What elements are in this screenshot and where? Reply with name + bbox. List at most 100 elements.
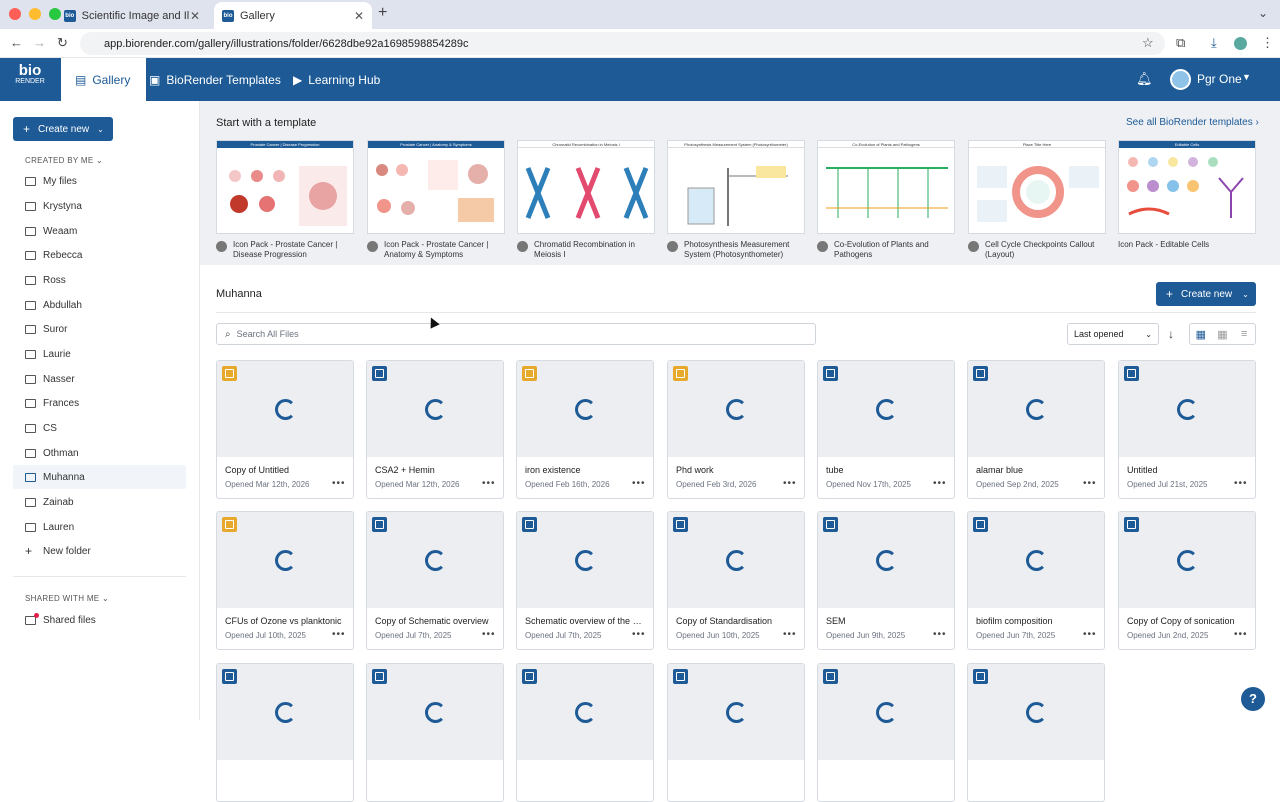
template-card[interactable]: Photosynthesis Measurement System (Photo… — [667, 140, 805, 234]
file-thumbnail[interactable] — [367, 664, 503, 760]
more-options-icon[interactable]: ••• — [332, 629, 346, 640]
more-options-icon[interactable]: ••• — [933, 629, 947, 640]
template-card[interactable]: Prostate Cancer | Anatomy & Symptoms — [367, 140, 505, 234]
file-title[interactable]: Copy of Standardisation — [676, 616, 796, 626]
sidebar-item-folder-active[interactable]: Muhanna — [13, 465, 186, 489]
bookmark-star-icon[interactable]: ☆ — [1142, 35, 1154, 51]
more-options-icon[interactable]: ••• — [1083, 478, 1097, 489]
file-title[interactable]: alamar blue — [976, 465, 1096, 475]
file-title[interactable]: Schematic overview of the biofilm — [525, 616, 645, 626]
file-card[interactable] — [817, 663, 955, 802]
file-title[interactable]: SEM — [826, 616, 946, 626]
sidebar-item-shared-files[interactable]: Shared files — [13, 608, 186, 632]
sidebar-item-folder[interactable]: Weaam — [13, 219, 186, 243]
new-tab-icon[interactable]: + — [378, 4, 387, 22]
file-title[interactable]: biofilm composition — [976, 616, 1096, 626]
file-thumbnail[interactable] — [668, 664, 804, 760]
file-card[interactable]: Copy of Standardisation Opened Jun 10th, … — [667, 511, 805, 650]
template-card[interactable]: Co-Evolution of Plants and Pathogens — [817, 140, 955, 234]
file-title[interactable]: Phd work — [676, 465, 796, 475]
notification-bell-icon[interactable]: 🔔︎ — [1136, 71, 1153, 87]
file-card[interactable] — [516, 663, 654, 802]
template-card[interactable]: Editable Cells — [1118, 140, 1256, 234]
file-card[interactable] — [667, 663, 805, 802]
new-folder-button[interactable]: + New folder — [13, 539, 186, 563]
template-caption[interactable]: Co-Evolution of Plants and Pathogens — [817, 240, 955, 260]
small-grid-view-icon[interactable]: ▦ — [1212, 324, 1234, 344]
sidebar-item-my-files[interactable]: My files — [13, 169, 186, 193]
file-thumbnail[interactable] — [517, 512, 653, 608]
file-card[interactable]: Schematic overview of the biofilm Opened … — [516, 511, 654, 650]
sidebar-item-folder[interactable]: Ross — [13, 268, 186, 292]
more-options-icon[interactable]: ••• — [332, 478, 346, 489]
browser-menu-icon[interactable]: ⋮ — [1261, 35, 1274, 51]
created-by-me-section[interactable]: CREATED BY ME ⌄ — [25, 156, 103, 165]
template-caption[interactable]: Icon Pack - Prostate Cancer | Disease Pr… — [216, 240, 354, 260]
sidebar-item-folder[interactable]: Laurie — [13, 342, 186, 366]
extensions-icon[interactable]: ⧉ — [1176, 35, 1185, 51]
file-card[interactable]: tube Opened Nov 17th, 2025 ••• — [817, 360, 955, 499]
chevron-down-icon[interactable]: ▼ — [1242, 72, 1251, 82]
shared-with-me-section[interactable]: SHARED WITH ME ⌄ — [25, 594, 109, 603]
user-name[interactable]: Pgr One — [1197, 72, 1242, 86]
sidebar-item-folder[interactable]: Suror — [13, 317, 186, 341]
forward-icon[interactable]: → — [33, 35, 46, 50]
file-card[interactable]: biofilm composition Opened Jun 7th, 2025 •… — [967, 511, 1105, 650]
sidebar-item-folder[interactable]: Krystyna — [13, 194, 186, 218]
file-thumbnail[interactable] — [367, 512, 503, 608]
file-thumbnail[interactable] — [818, 664, 954, 760]
file-title[interactable]: Untitled — [1127, 465, 1247, 475]
file-thumbnail[interactable] — [517, 361, 653, 457]
sidebar-item-folder[interactable]: Frances — [13, 391, 186, 415]
file-title[interactable]: Copy of Copy of sonication — [1127, 616, 1247, 626]
see-all-templates-link[interactable]: See all BioRender templates › — [1126, 117, 1259, 128]
file-thumbnail[interactable] — [367, 361, 503, 457]
download-icon[interactable]: ⤓ — [1211, 35, 1217, 51]
file-card[interactable]: Copy of Copy of sonication Opened Jun 2nd… — [1118, 511, 1256, 650]
template-card[interactable]: Place Title Here — [968, 140, 1106, 234]
template-caption[interactable]: Photosynthesis Measurement System (Photo… — [667, 240, 805, 260]
more-options-icon[interactable]: ••• — [933, 478, 947, 489]
help-button[interactable]: ? — [1241, 687, 1265, 711]
template-caption[interactable]: Chromatid Recombination in Meiosis I — [517, 240, 655, 260]
more-options-icon[interactable]: ••• — [1234, 629, 1248, 640]
template-card[interactable]: Prostate Cancer | Disease Progression — [216, 140, 354, 234]
file-card[interactable]: Phd work Opened Feb 3rd, 2026 ••• — [667, 360, 805, 499]
profile-icon[interactable] — [1234, 37, 1247, 50]
close-window-button[interactable] — [9, 8, 21, 20]
more-options-icon[interactable]: ••• — [783, 478, 797, 489]
file-thumbnail[interactable] — [968, 664, 1104, 760]
large-grid-view-icon[interactable]: ▦ — [1190, 324, 1212, 344]
template-caption[interactable]: Icon Pack - Editable Cells — [1118, 240, 1256, 250]
file-title[interactable]: Copy of Schematic overview — [375, 616, 495, 626]
minimize-window-button[interactable] — [29, 8, 41, 20]
more-options-icon[interactable]: ••• — [632, 629, 646, 640]
file-title[interactable]: CSA2 + Hemin — [375, 465, 495, 475]
file-title[interactable]: iron existence — [525, 465, 645, 475]
url-field[interactable]: app.biorender.com/gallery/illustrations/… — [80, 32, 1165, 55]
file-thumbnail[interactable] — [217, 664, 353, 760]
file-card[interactable]: alamar blue Opened Sep 2nd, 2025 ••• — [967, 360, 1105, 499]
file-card[interactable]: Copy of Schematic overview Opened Jul 7th… — [366, 511, 504, 650]
file-card[interactable] — [216, 663, 354, 802]
file-card[interactable]: CSA2 + Hemin Opened Mar 12th, 2026 ••• — [366, 360, 504, 499]
sidebar-item-folder[interactable]: Rebecca — [13, 243, 186, 267]
file-thumbnail[interactable] — [968, 512, 1104, 608]
browser-tab-active[interactable]: bio Gallery ✕ — [214, 2, 372, 29]
file-thumbnail[interactable] — [1119, 361, 1255, 457]
browser-tab[interactable]: bio Scientific Image and Illustrati ✕ — [56, 2, 208, 29]
close-tab-icon[interactable]: ✕ — [354, 9, 364, 23]
file-card[interactable]: iron existence Opened Feb 16th, 2026 ••• — [516, 360, 654, 499]
user-avatar[interactable] — [1170, 69, 1191, 90]
nav-gallery[interactable]: ▤ Gallery — [61, 58, 146, 101]
template-caption[interactable]: Cell Cycle Checkpoints Callout (Layout) — [968, 240, 1106, 260]
sidebar-item-folder[interactable]: Zainab — [13, 490, 186, 514]
file-thumbnail[interactable] — [818, 361, 954, 457]
more-options-icon[interactable]: ••• — [1234, 478, 1248, 489]
more-options-icon[interactable]: ••• — [1083, 629, 1097, 640]
file-thumbnail[interactable] — [968, 361, 1104, 457]
file-thumbnail[interactable] — [217, 361, 353, 457]
file-card[interactable]: Copy of Untitled Opened Mar 12th, 2026 ••• — [216, 360, 354, 499]
more-options-icon[interactable]: ••• — [783, 629, 797, 640]
file-title[interactable]: CFUs of Ozone vs planktonic — [225, 616, 345, 626]
